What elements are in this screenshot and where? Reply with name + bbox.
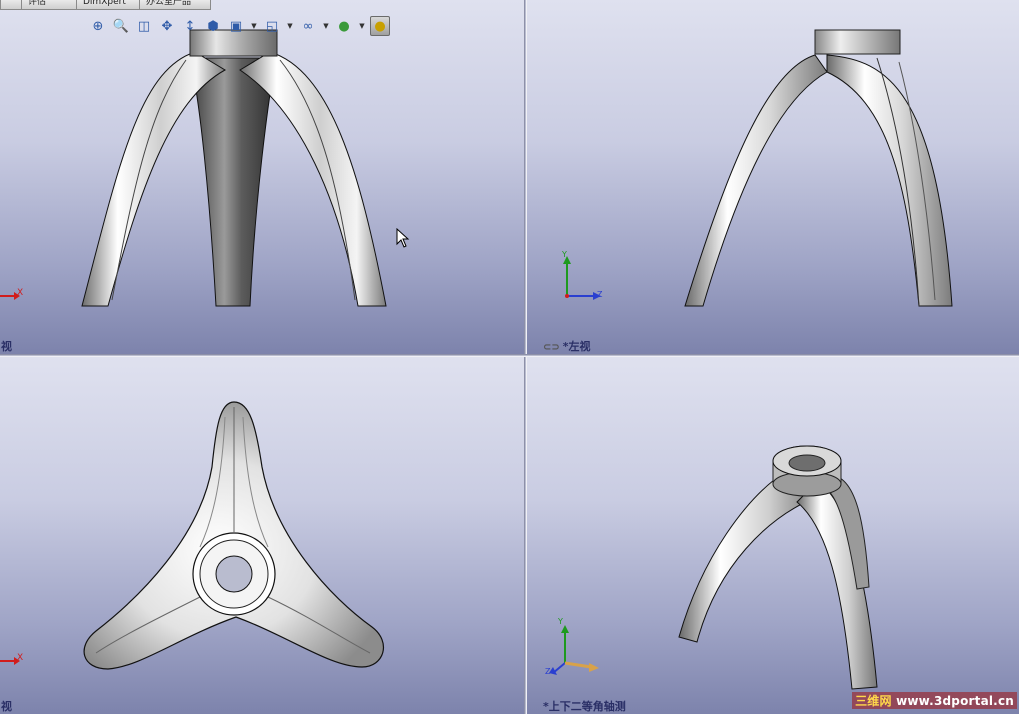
heads-up-view-toolbar: ⊕ 🔍 ◫ ✥ ↕ ⬢ ▣ ▼ ◱ ▼ ∞ ▼ ● ▼ ●	[88, 14, 390, 38]
axis-label-y: Y	[558, 617, 563, 626]
axis-label-y: Y	[562, 250, 567, 259]
hide-show-dropdown-icon[interactable]: ▼	[285, 16, 295, 36]
viewport-front[interactable]: X 视	[0, 0, 524, 354]
part-model-front	[81, 29, 387, 307]
zoom-area-icon[interactable]: 🔍	[111, 16, 131, 36]
viewport-left[interactable]: Y Z ⊂⊃ *左视	[527, 0, 1019, 354]
appearance-dropdown-icon[interactable]: ▼	[357, 16, 367, 36]
tab-office-products[interactable]: 办公室产品	[139, 0, 211, 10]
tab-features[interactable]	[0, 0, 22, 10]
coordinate-triad: Y Z	[557, 250, 607, 306]
mouse-pointer-icon	[396, 227, 410, 252]
tab-dimxpert[interactable]: DimXpert	[76, 0, 140, 10]
part-model-top	[83, 401, 384, 670]
view-label-front: 视	[1, 340, 12, 353]
command-manager-tabs: 评估 DimXpert 办公室产品	[0, 0, 211, 10]
display-style-dropdown-icon[interactable]: ▼	[249, 16, 259, 36]
axis-label-z: Z	[597, 290, 603, 299]
viewport-splitter-horizontal[interactable]	[0, 354, 1019, 357]
watermark: 三维网 www.3dportal.cn	[852, 692, 1017, 709]
tab-evaluate[interactable]: 评估	[21, 0, 77, 10]
display-style-icon[interactable]: ▣	[226, 16, 246, 36]
viewport-top[interactable]: X 视	[0, 357, 524, 714]
pan-icon[interactable]: ✥	[157, 16, 177, 36]
hide-show-items-icon[interactable]: ◱	[262, 16, 282, 36]
view-label-left-text: *左视	[562, 340, 591, 353]
link-views-icon: ⊂⊃	[543, 342, 560, 353]
view-orientation-icon[interactable]: ⬢	[203, 16, 223, 36]
apply-scene-icon[interactable]: ●	[370, 16, 390, 36]
view-settings-dropdown-icon[interactable]: ▼	[321, 16, 331, 36]
viewport-dimetric[interactable]: Y Z *上下二等角轴测	[527, 357, 1019, 714]
axis-label-x: X	[17, 653, 24, 663]
view-label-left: ⊂⊃ *左视	[543, 338, 591, 354]
previous-view-icon[interactable]: ◫	[134, 16, 154, 36]
edit-appearance-icon[interactable]: ●	[334, 16, 354, 36]
rotate-icon[interactable]: ↕	[180, 16, 200, 36]
viewport-splitter-vertical[interactable]	[524, 0, 527, 714]
zoom-to-fit-icon[interactable]: ⊕	[88, 16, 108, 36]
watermark-url: www.3dportal.cn	[896, 694, 1014, 708]
watermark-cn: 三维网	[855, 694, 892, 708]
axis-label-x: X	[17, 288, 24, 298]
view-settings-icon[interactable]: ∞	[298, 16, 318, 36]
coordinate-triad: X	[0, 288, 30, 307]
axis-label-z: Z	[545, 667, 551, 676]
coordinate-triad: X	[0, 653, 30, 672]
coordinate-triad: Y Z	[545, 617, 605, 685]
view-label-dimetric: *上下二等角轴测	[543, 700, 626, 713]
view-label-top: 视	[1, 700, 12, 713]
